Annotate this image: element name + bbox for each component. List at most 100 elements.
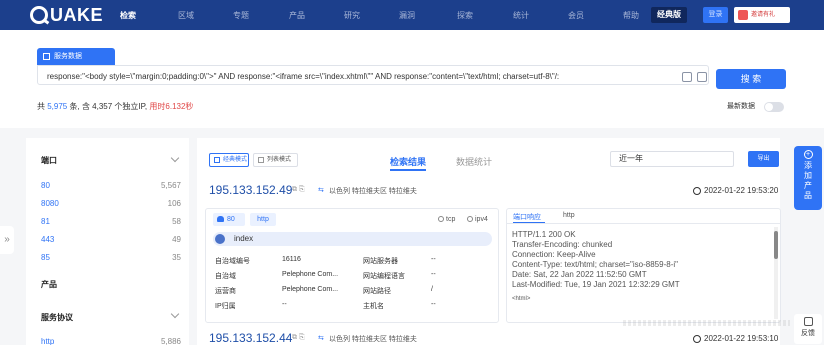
settings-icon[interactable]	[697, 72, 707, 82]
page-title-bar[interactable]: index	[213, 232, 492, 246]
tab-service-data[interactable]: 服务数据	[37, 48, 115, 65]
location-icon: ⇆	[318, 187, 324, 194]
compass-icon	[215, 234, 225, 244]
transport-value: tcp	[446, 216, 456, 223]
response-line: Connection: Keep-Alive	[512, 250, 596, 259]
result-info-card: 80 http tcp ipv4 index 自治域编号 16116 网站服务器…	[205, 208, 499, 323]
results-panel: 经典模式 列表模式 检索结果 数据统计 近一年 导出 195.133.152.4…	[197, 138, 781, 345]
response-line: Content-Type: text/html; charset="iso-88…	[512, 260, 678, 269]
result-location-tags: 以色列 特拉维夫区 特拉维夫	[329, 188, 417, 195]
copy-icon[interactable]: ⧉ ⎘	[292, 334, 305, 342]
filter-sidebar: 端口 80 5,567 8080 106 81 58 443 49 85 35 …	[26, 138, 189, 345]
result-stats: 共 5,975 条, 含 4,357 个独立IP, 用时6.132秒	[37, 101, 193, 112]
plus-icon: +	[803, 150, 813, 159]
copy-icon[interactable]: ⧉ ⎘	[292, 186, 305, 194]
result-ip-link[interactable]: 195.133.152.44	[209, 331, 292, 345]
divider	[507, 223, 780, 224]
card-mode-icon	[214, 157, 220, 163]
gear-icon	[467, 216, 473, 222]
clock-icon	[693, 335, 701, 343]
latest-data-toggle[interactable]	[764, 102, 784, 112]
port-count: 58	[172, 217, 181, 226]
tab-data-statistics[interactable]: 数据统计	[456, 155, 492, 168]
tab-search-results[interactable]: 检索结果	[390, 155, 426, 168]
port-filter-item[interactable]: 80 5,567	[41, 181, 181, 190]
classic-version-button[interactable]: 经典版	[651, 7, 687, 23]
feedback-button[interactable]: 反馈	[794, 314, 822, 344]
export-button[interactable]: 导出	[748, 151, 779, 167]
stats-count: 5,975	[47, 102, 68, 111]
port-filter-item[interactable]: 81 58	[41, 217, 181, 226]
nav-item-statistics[interactable]: 统计	[513, 10, 529, 21]
service-filter-item[interactable]: http 5,886	[41, 337, 181, 345]
transport-label: tcp	[438, 216, 455, 223]
protocol-badge[interactable]: http	[250, 213, 276, 226]
asn-label: 自治域编号	[215, 258, 250, 265]
nav-item-topics[interactable]: 专题	[233, 10, 249, 21]
nav-item-explore[interactable]: 探索	[457, 10, 473, 21]
isp-label: 运营商	[215, 288, 236, 295]
time-range-select[interactable]: 近一年	[610, 151, 734, 167]
chevron-down-icon[interactable]	[170, 153, 180, 163]
active-tab-underline	[390, 169, 426, 171]
server-value: --	[431, 256, 436, 263]
as-value: Pelephone Com...	[282, 271, 339, 278]
tab-service-label: 服务数据	[54, 53, 82, 60]
response-line: Date: Sat, 22 Jan 2022 11:52:50 GMT	[512, 270, 647, 279]
add-product-button[interactable]: + 添 加 产 品	[794, 146, 822, 210]
as-label: 自治域	[215, 273, 236, 280]
server-label: 网站服务器	[363, 258, 398, 265]
port-badge[interactable]: 80	[213, 213, 245, 226]
product-section-title: 产品	[41, 280, 57, 289]
search-button[interactable]: 搜 索	[716, 69, 786, 89]
nav-item-region[interactable]: 区域	[178, 10, 194, 21]
result-ip-link[interactable]: 195.133.152.49	[209, 183, 292, 197]
quake-logo[interactable]: UAKE	[30, 5, 112, 26]
stats-prefix: 共	[37, 102, 45, 111]
page-title-text: index	[234, 234, 254, 243]
nav-item-products[interactable]: 产品	[289, 10, 305, 21]
nav-item-search[interactable]: 检索	[120, 10, 136, 21]
lang-value: --	[431, 271, 436, 278]
add-product-char: 产	[804, 181, 812, 190]
port-filter-item[interactable]: 85 35	[41, 253, 181, 262]
host-label: 主机名	[363, 303, 384, 310]
nav-item-help[interactable]: 帮助	[623, 10, 639, 21]
search-query-text: response:"<body style=\"margin:0;padding…	[47, 72, 560, 81]
port-value: 81	[41, 217, 50, 226]
invite-button[interactable]: 邀请有礼	[734, 7, 790, 23]
login-button[interactable]: 登录	[703, 7, 728, 23]
invite-label: 邀请有礼	[751, 12, 776, 18]
gear-icon	[438, 216, 444, 222]
logo-q-icon	[30, 6, 48, 24]
add-product-char: 品	[804, 191, 812, 200]
list-mode-button[interactable]: 列表模式	[253, 153, 298, 167]
isp-value: Pelephone Com...	[282, 286, 339, 293]
logo-text: UAKE	[50, 4, 104, 25]
gift-icon	[738, 10, 748, 20]
nav-item-research[interactable]: 研究	[344, 10, 360, 21]
port-filter-item[interactable]: 443 49	[41, 235, 181, 244]
port-count: 49	[172, 235, 181, 244]
chevron-down-icon[interactable]	[170, 309, 180, 319]
port-count: 106	[167, 199, 181, 208]
tab-port-response[interactable]: 端口响应	[513, 212, 541, 222]
port-value: 80	[41, 181, 50, 190]
response-line: Transfer-Encoding: chunked	[512, 240, 613, 249]
port-filter-item[interactable]: 8080 106	[41, 199, 181, 208]
nav-item-vulnerabilities[interactable]: 漏洞	[399, 10, 415, 21]
add-product-char: 加	[804, 171, 812, 180]
classic-mode-button[interactable]: 经典模式	[209, 153, 249, 167]
service-value: http	[41, 337, 55, 345]
feedback-label: 反馈	[801, 330, 815, 337]
tab-http[interactable]: http	[563, 212, 575, 219]
syntax-helper-icon[interactable]	[682, 72, 692, 82]
search-input[interactable]: response:"<body style=\"margin:0;padding…	[37, 65, 709, 85]
service-section-title: 服务协议	[41, 313, 73, 322]
expand-sidebar-icon[interactable]: »	[0, 226, 14, 254]
nav-item-membership[interactable]: 会员	[568, 10, 584, 21]
port-count: 5,567	[160, 181, 181, 190]
feedback-icon	[803, 317, 813, 326]
search-panel: 服务数据 response:"<body style=\"margin:0;pa…	[0, 30, 824, 128]
scrollbar-thumb[interactable]	[774, 231, 778, 259]
